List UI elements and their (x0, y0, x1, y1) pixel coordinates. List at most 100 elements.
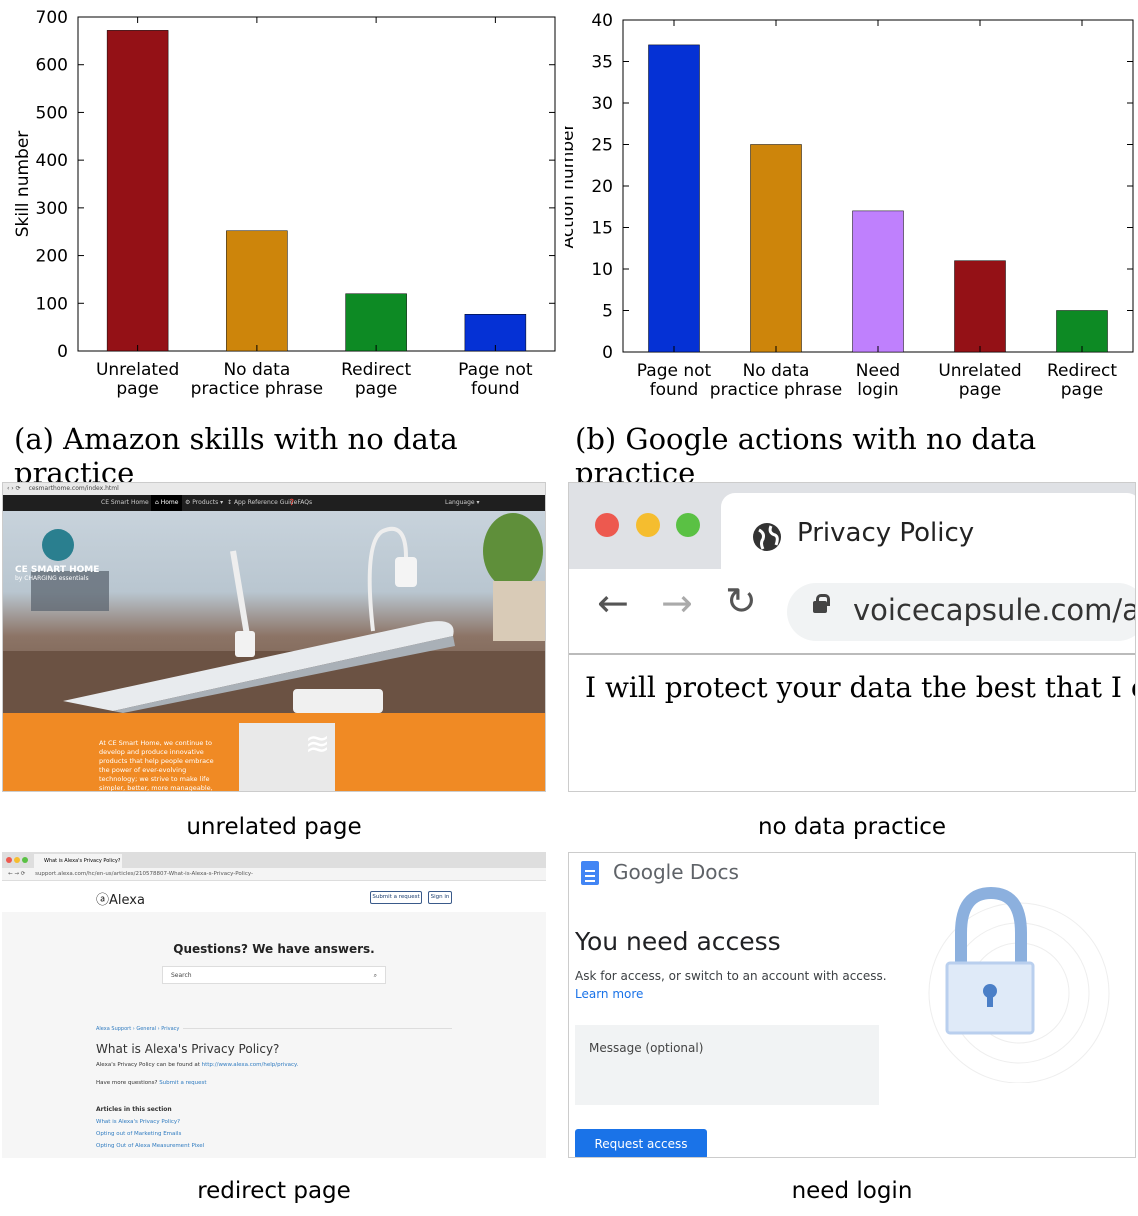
x-tick-label: No data (223, 360, 290, 380)
x-tick-label: page (116, 379, 158, 399)
bar (345, 293, 407, 352)
wifi-icon: ≋ (305, 727, 331, 762)
address-bar[interactable]: ← → ⟳ support.alexa.com/hc/en-us/article… (2, 868, 546, 881)
x-tick-label: Unrelated (938, 361, 1021, 381)
x-tick-label: page (355, 379, 397, 399)
caption-login: need login (791, 1178, 913, 1204)
reload-icon[interactable]: ↻ (725, 579, 757, 623)
forward-arrow-icon[interactable]: → (661, 581, 693, 625)
minimize-window-dot[interactable] (636, 513, 660, 537)
privacy-link[interactable]: http://www.alexa.com/help/privacy. (202, 1062, 299, 1068)
browser-tab[interactable]: Privacy Policy (721, 493, 1135, 569)
heading: You need access (575, 927, 781, 956)
lock-illustration (928, 886, 1110, 1083)
x-tick-label: practice phrase (710, 380, 842, 400)
article-body: Alexa's Privacy Policy can be found at h… (96, 1062, 299, 1068)
brand-name: Google Docs (613, 860, 739, 884)
nav-products[interactable]: ⚙ Products ▾ (185, 495, 223, 511)
breadcrumb[interactable]: Alexa Support › General › Privacy (96, 1026, 184, 1032)
bar (954, 260, 1006, 353)
headline: Questions? We have answers. (173, 942, 375, 956)
screenshot-no-data-practice: Privacy Policy ← → ↻ voicecapsule.com/al… (568, 482, 1136, 792)
y-tick-label: 0 (57, 342, 68, 362)
globe-icon (753, 523, 781, 551)
sign-in-button[interactable]: Sign in (428, 891, 452, 904)
maximize-window-dot[interactable] (676, 513, 700, 537)
section-heading: Articles in this section (96, 1106, 172, 1113)
close-window-dot[interactable] (6, 857, 12, 863)
x-tick-label: Page not (637, 361, 712, 381)
url-text: voicecapsule.com/alexa (853, 593, 1135, 627)
y-tick-label: 0 (602, 343, 613, 363)
y-tick-label: 25 (591, 136, 613, 156)
bar (750, 144, 802, 353)
y-tick-label: 700 (36, 8, 68, 28)
nav-language[interactable]: Language ▾ (445, 495, 480, 511)
nav-brand[interactable]: CE Smart Home (101, 495, 149, 511)
browser-tab[interactable]: What is Alexa's Privacy Policy? - (34, 854, 122, 868)
nav-home[interactable]: ⌂ Home (151, 495, 183, 511)
section-link[interactable]: Opting out of Marketing Emails (96, 1131, 181, 1137)
nav-faqs[interactable]: ❓ FAQs (288, 495, 312, 511)
power-strip-illustration (3, 513, 545, 713)
y-tick-label: 400 (36, 151, 68, 171)
search-icon: ⌕ (373, 972, 377, 979)
x-tick-label: Need (856, 361, 900, 381)
maximize-window-dot[interactable] (22, 857, 28, 863)
section-link[interactable]: What is Alexa's Privacy Policy? (96, 1119, 180, 1125)
caption-b: (b) Google actions with no data practice (575, 422, 1037, 490)
x-tick-label: Unrelated (96, 360, 179, 380)
browser-tabstrip: Privacy Policy (569, 483, 1135, 569)
more-questions: Have more questions? Submit a request (96, 1080, 207, 1086)
caption-redirect: redirect page (197, 1178, 351, 1204)
nav-guide[interactable]: ↕ App Reference Guide (227, 495, 297, 511)
message-input[interactable]: Message (optional) (575, 1025, 879, 1105)
x-tick-label: Page not (458, 360, 533, 380)
y-tick-label: 20 (591, 177, 613, 197)
y-tick-label: 10 (591, 260, 613, 280)
learn-more-link[interactable]: Learn more (575, 987, 643, 1001)
alexa-logo[interactable]: ⓐAlexa (96, 889, 145, 908)
browser-tabstrip: What is Alexa's Privacy Policy? - (2, 852, 546, 868)
bar (226, 230, 288, 352)
nav-arrows-icon[interactable]: ← → ⟳ (8, 871, 25, 877)
screenshot-need-login: Google Docs You need access Ask for acce… (568, 852, 1136, 1158)
x-tick-label: login (857, 380, 898, 400)
screenshot-unrelated-page: ‹ › ⟳ cesmarthome.com/index.html CE Smar… (2, 482, 546, 792)
screenshot-redirect-page: What is Alexa's Privacy Policy? - ← → ⟳ … (2, 852, 546, 1158)
url-text: support.alexa.com/hc/en-us/articles/2105… (35, 871, 253, 877)
x-tick-label: No data (743, 361, 810, 381)
y-tick-label: 35 (591, 53, 613, 73)
y-tick-label: 100 (36, 294, 68, 314)
section-link[interactable]: Opting Out of Alexa Measurement Pixel (96, 1143, 204, 1149)
y-tick-label: 40 (591, 11, 613, 31)
search-input[interactable]: Search ⌕ (162, 966, 386, 984)
y-axis-label: Skill number (13, 131, 33, 238)
subtext: Ask for access, or switch to an account … (575, 969, 887, 983)
y-tick-label: 500 (36, 103, 68, 123)
chart-amazon-skills: 0 100 200 300 400 500 600 700 Skill number Unrela… (13, 8, 556, 399)
y-tick-label: 300 (36, 199, 68, 219)
x-tick-label: page (959, 380, 1001, 400)
back-icon: ‹ › ⟳ (7, 485, 21, 492)
request-access-button[interactable]: Request access (575, 1129, 707, 1157)
x-tick-label: page (1061, 380, 1103, 400)
url-text: cesmarthome.com/index.html (28, 485, 119, 492)
x-tick-label: found (471, 379, 520, 399)
lock-shackle (816, 594, 830, 606)
submit-request-button[interactable]: Submit a request (370, 891, 422, 904)
submit-request-link[interactable]: Submit a request (159, 1080, 206, 1086)
support-body: Questions? We have answers. Search ⌕ Ale… (2, 912, 546, 1158)
close-window-dot[interactable] (595, 513, 619, 537)
site-nav: CE Smart Home ⌂ Home ⚙ Products ▾ ↕ App … (3, 495, 545, 511)
y-tick-label: 30 (591, 94, 613, 114)
address-field[interactable]: voicecapsule.com/alexa (787, 583, 1135, 641)
caption-no-data: no data practice (757, 814, 947, 840)
x-tick-label: practice phrase (191, 379, 323, 399)
bar (106, 30, 169, 352)
back-arrow-icon[interactable]: ← (597, 581, 629, 625)
caption-a: (a) Amazon skills with no data practice (14, 422, 458, 490)
minimize-window-dot[interactable] (14, 857, 20, 863)
y-tick-label: 15 (591, 219, 613, 239)
bar (852, 210, 904, 353)
